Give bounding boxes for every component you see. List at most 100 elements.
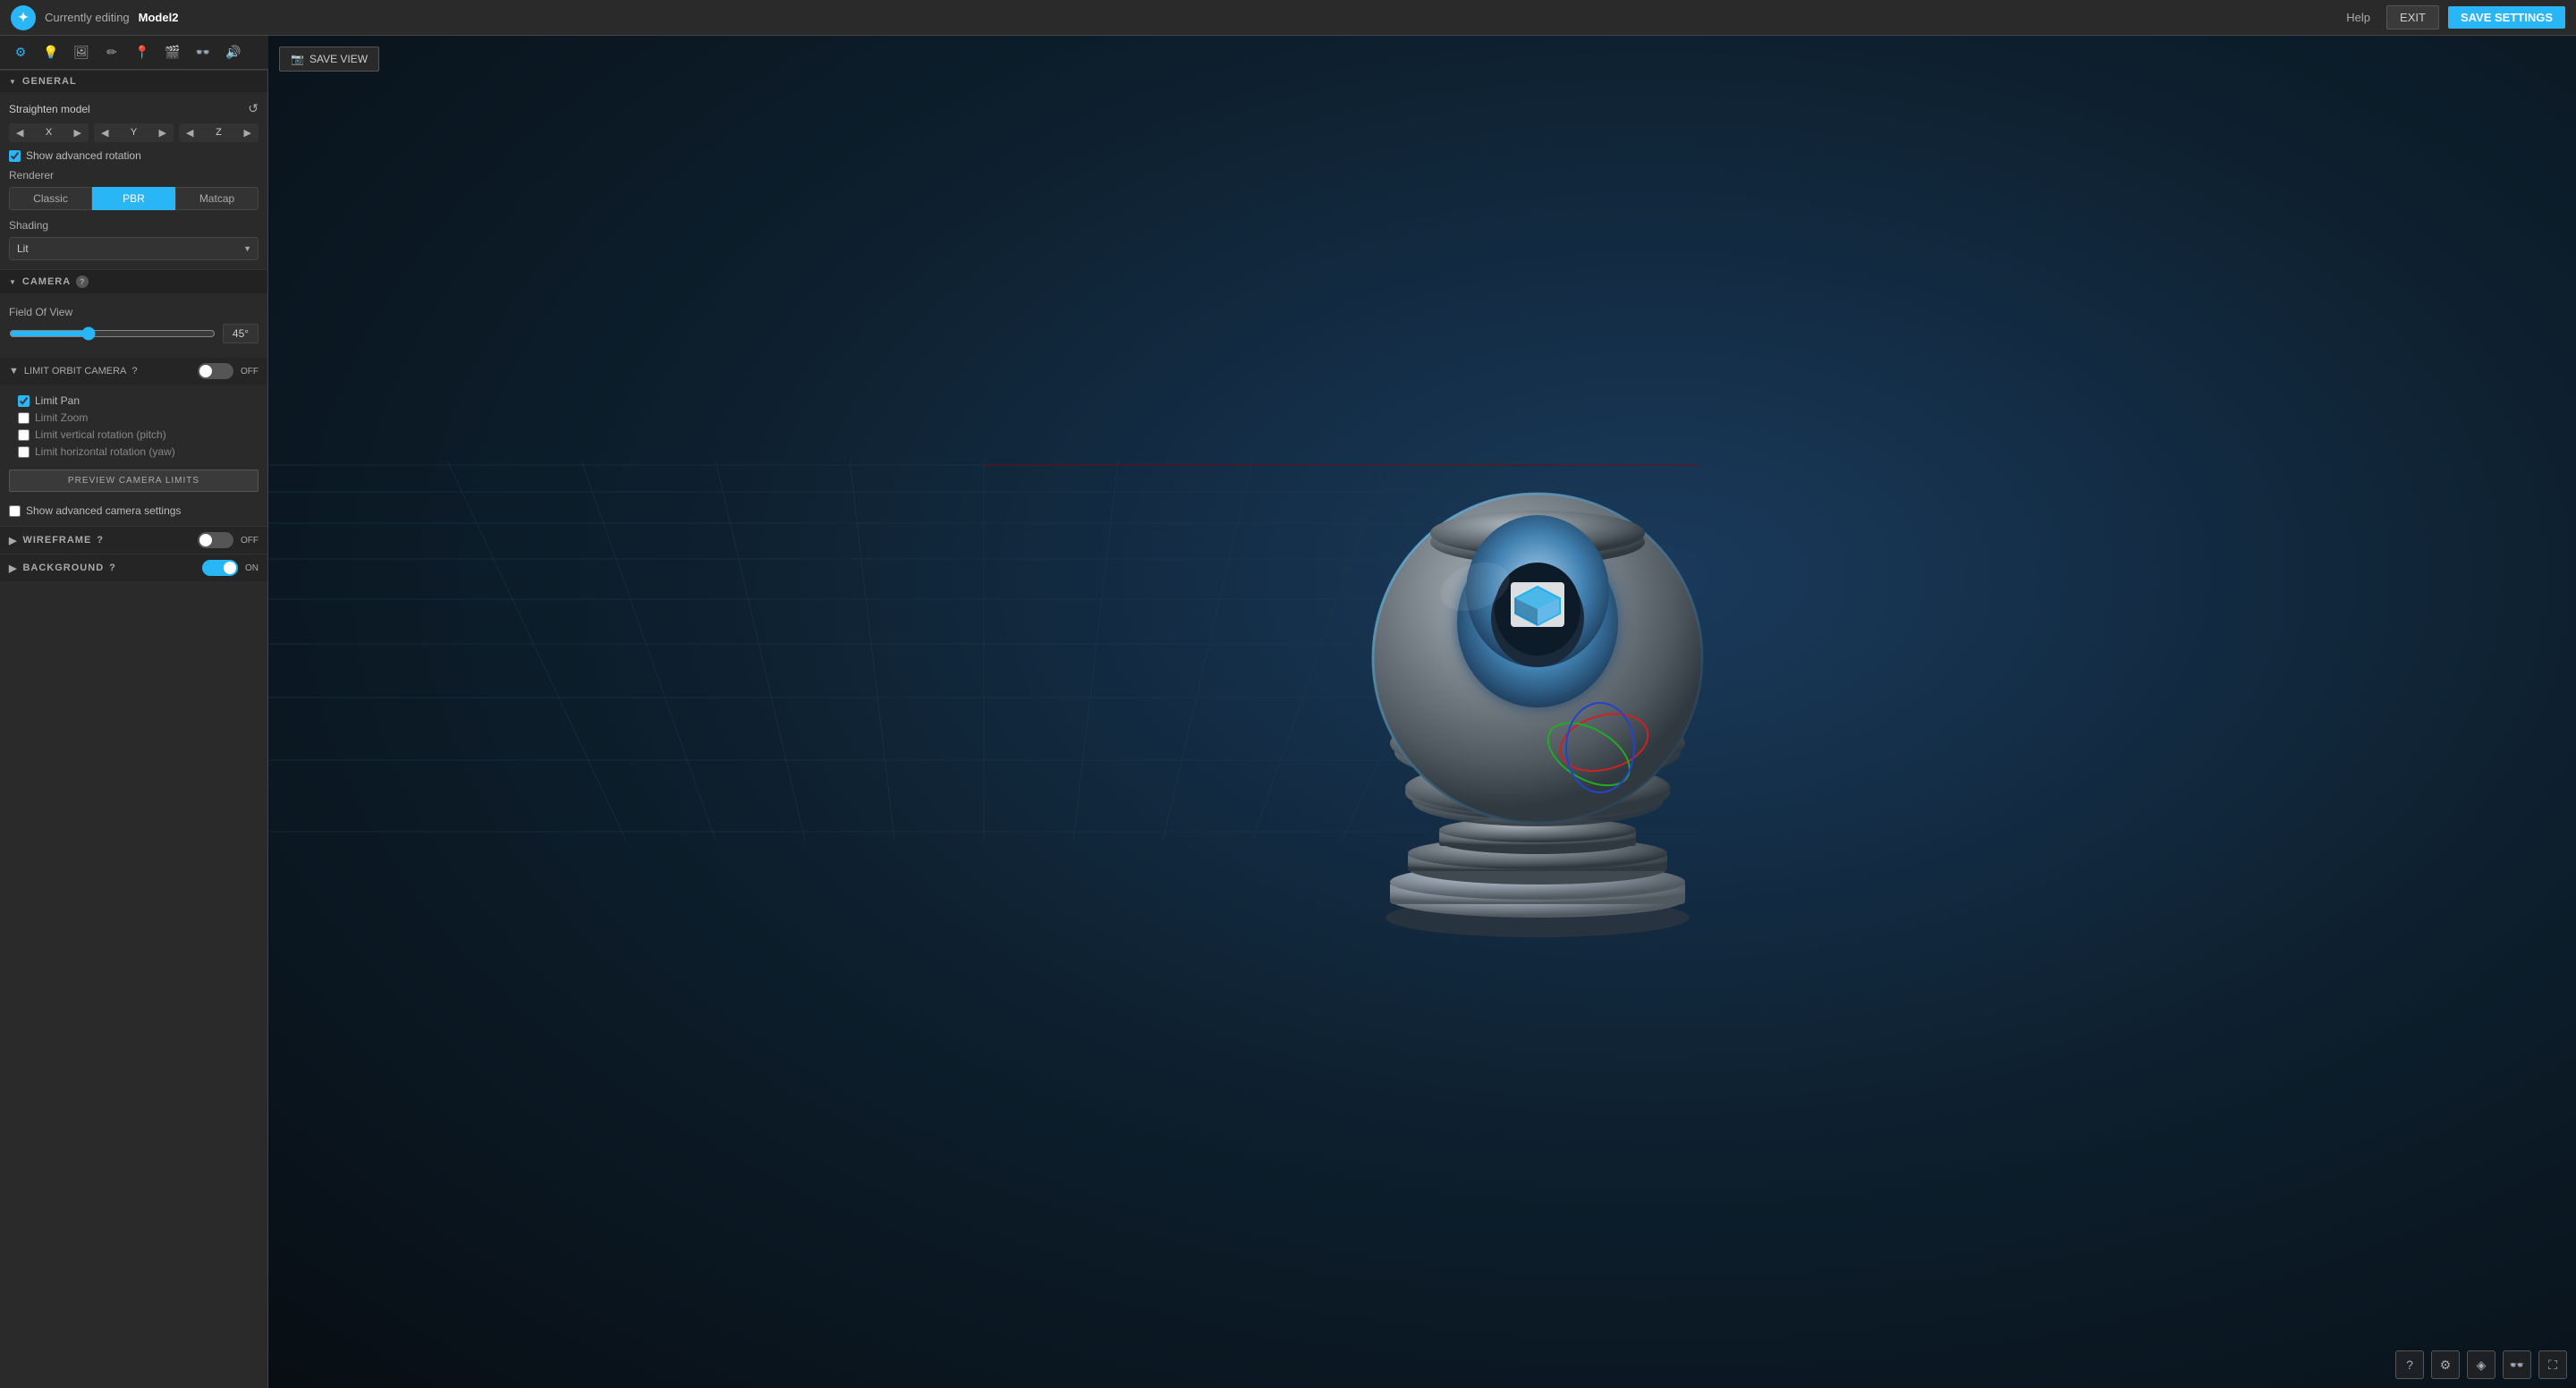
background-help-icon[interactable]: ? — [109, 563, 116, 573]
straighten-reset-button[interactable]: ↺ — [248, 101, 258, 116]
fov-value: 45° — [223, 324, 258, 343]
straighten-model-label: Straighten model — [9, 103, 90, 115]
advanced-camera-checkbox[interactable] — [9, 505, 21, 517]
limit-vertical-label[interactable]: Limit vertical rotation (pitch) — [35, 428, 166, 441]
preview-camera-limits-button[interactable]: PREVIEW CAMERA LIMITS — [9, 470, 258, 492]
camera-help-icon[interactable]: ? — [76, 275, 89, 288]
settings-icon-btn[interactable]: ⚙ — [7, 39, 34, 66]
limit-options: Limit Pan Limit Zoom Limit vertical rota… — [0, 385, 267, 466]
limit-vertical-checkbox[interactable] — [18, 429, 30, 441]
settings-viewport-button[interactable]: ⚙ — [2431, 1350, 2460, 1379]
background-toggle[interactable] — [202, 560, 238, 576]
topbar-right: Help EXIT SAVE SETTINGS — [2339, 5, 2565, 30]
animation-icon-btn[interactable]: 🎬 — [159, 39, 186, 66]
z-axis-right-button[interactable]: ▶ — [237, 123, 258, 142]
fov-label: Field Of View — [9, 306, 258, 318]
background-toggle-label: ON — [245, 563, 258, 573]
renderer-pbr-button[interactable]: PBR — [92, 187, 175, 210]
y-axis-group: ◀ Y ▶ — [94, 123, 174, 142]
general-section-label: GENERAL — [22, 76, 77, 87]
renderer-matcap-button[interactable]: Matcap — [175, 187, 258, 210]
limit-zoom-option: Limit Zoom — [18, 411, 258, 424]
annotations-icon-btn[interactable]: ✏ — [98, 39, 125, 66]
hotspots-icon-btn[interactable]: 📍 — [129, 39, 156, 66]
limit-orbit-toggle[interactable] — [198, 363, 233, 379]
fullscreen-viewport-button[interactable]: ⛶ — [2538, 1350, 2567, 1379]
limit-horizontal-label[interactable]: Limit horizontal rotation (yaw) — [35, 445, 175, 458]
fov-slider[interactable] — [9, 326, 216, 341]
x-axis-group: ◀ X ▶ — [9, 123, 89, 142]
straighten-model-row: Straighten model ↺ — [9, 101, 258, 116]
renderer-classic-button[interactable]: Classic — [9, 187, 92, 210]
limit-orbit-arrow-icon: ▼ — [9, 366, 19, 377]
renderer-label: Renderer — [9, 169, 258, 182]
advanced-camera-row: Show advanced camera settings — [0, 495, 267, 526]
exit-button[interactable]: EXIT — [2386, 5, 2439, 30]
topbar: ✦ Currently editing Model2 Help EXIT SAV… — [0, 0, 2576, 36]
z-axis-left-button[interactable]: ◀ — [179, 123, 200, 142]
x-axis-label: X — [30, 128, 66, 138]
viewport-controls: ? ⚙ ◈ 👓 ⛶ — [2395, 1350, 2567, 1379]
fov-row: 45° — [9, 324, 258, 343]
show-advanced-rotation-label[interactable]: Show advanced rotation — [26, 149, 141, 162]
show-advanced-rotation-row: Show advanced rotation — [9, 149, 258, 162]
x-axis-right-button[interactable]: ▶ — [67, 123, 89, 142]
y-axis-label: Y — [115, 128, 151, 138]
show-advanced-rotation-checkbox[interactable] — [9, 150, 21, 162]
wireframe-left: ▶ WIREFRAME ? — [9, 535, 104, 546]
limit-pan-checkbox[interactable] — [18, 395, 30, 407]
save-settings-button[interactable]: SAVE SETTINGS — [2448, 6, 2565, 29]
app-logo: ✦ — [11, 5, 36, 30]
shading-label: Shading — [9, 219, 258, 232]
main-content: ⚙ 💡 🖼 ✏ 📍 🎬 👓 🔊 ▼ GENERAL Straighten mod… — [0, 36, 2576, 1388]
audio-icon-btn[interactable]: 🔊 — [220, 39, 247, 66]
wireframe-label: WIREFRAME — [22, 535, 91, 546]
wireframe-toggle[interactable] — [198, 532, 233, 548]
camera-section-content: Field Of View 45° — [0, 293, 267, 358]
z-axis-label: Z — [200, 128, 236, 138]
lights-icon-btn[interactable]: 💡 — [38, 39, 64, 66]
3d-model — [1269, 444, 1806, 980]
limit-orbit-row[interactable]: ▼ LIMIT ORBIT CAMERA ? OFF — [0, 358, 267, 385]
wireframe-arrow-icon: ▶ — [9, 535, 17, 546]
3d-viewport[interactable]: 📷 SAVE VIEW — [268, 36, 2576, 1388]
limit-zoom-label[interactable]: Limit Zoom — [35, 411, 88, 424]
limit-pan-label[interactable]: Limit Pan — [35, 394, 80, 407]
sidebar: ▼ GENERAL Straighten model ↺ ◀ X ▶ ◀ — [0, 70, 268, 599]
layers-viewport-button[interactable]: ◈ — [2467, 1350, 2496, 1379]
wireframe-section: ▶ WIREFRAME ? OFF — [0, 526, 267, 554]
image-icon-btn[interactable]: 🖼 — [68, 39, 95, 66]
toggle-knob — [199, 365, 212, 377]
help-button[interactable]: Help — [2339, 7, 2377, 28]
vr-viewport-button[interactable]: 👓 — [2503, 1350, 2531, 1379]
wireframe-knob — [199, 534, 212, 546]
limit-vertical-option: Limit vertical rotation (pitch) — [18, 428, 258, 441]
camera-icon: 📷 — [291, 53, 304, 65]
camera-section-header[interactable]: ▼ CAMERA ? — [0, 269, 267, 293]
wireframe-help-icon[interactable]: ? — [97, 535, 104, 546]
editing-label: Currently editing — [45, 11, 130, 24]
background-arrow-icon: ▶ — [9, 563, 17, 574]
y-axis-left-button[interactable]: ◀ — [94, 123, 115, 142]
limit-horizontal-checkbox[interactable] — [18, 446, 30, 458]
topbar-left: ✦ Currently editing Model2 — [11, 5, 178, 30]
limit-horizontal-option: Limit horizontal rotation (yaw) — [18, 445, 258, 458]
help-viewport-button[interactable]: ? — [2395, 1350, 2424, 1379]
save-view-button[interactable]: 📷 SAVE VIEW — [279, 47, 379, 72]
limit-orbit-label: LIMIT ORBIT CAMERA — [24, 366, 127, 377]
wireframe-toggle-label: OFF — [241, 536, 258, 546]
background-section: ▶ BACKGROUND ? ON — [0, 554, 267, 581]
wireframe-toggle-row: OFF — [198, 532, 258, 548]
y-axis-right-button[interactable]: ▶ — [152, 123, 174, 142]
general-section-header[interactable]: ▼ GENERAL — [0, 70, 267, 92]
limit-zoom-checkbox[interactable] — [18, 412, 30, 424]
z-axis-group: ◀ Z ▶ — [179, 123, 258, 142]
limit-orbit-left: ▼ LIMIT ORBIT CAMERA ? — [9, 366, 138, 377]
advanced-camera-label[interactable]: Show advanced camera settings — [26, 504, 181, 517]
shading-select[interactable]: Lit Unlit Shadeless — [9, 237, 258, 260]
vr-icon-btn[interactable]: 👓 — [190, 39, 216, 66]
model-name: Model2 — [139, 11, 179, 24]
x-axis-left-button[interactable]: ◀ — [9, 123, 30, 142]
background-knob — [224, 562, 236, 574]
limit-orbit-help-icon[interactable]: ? — [131, 366, 137, 377]
